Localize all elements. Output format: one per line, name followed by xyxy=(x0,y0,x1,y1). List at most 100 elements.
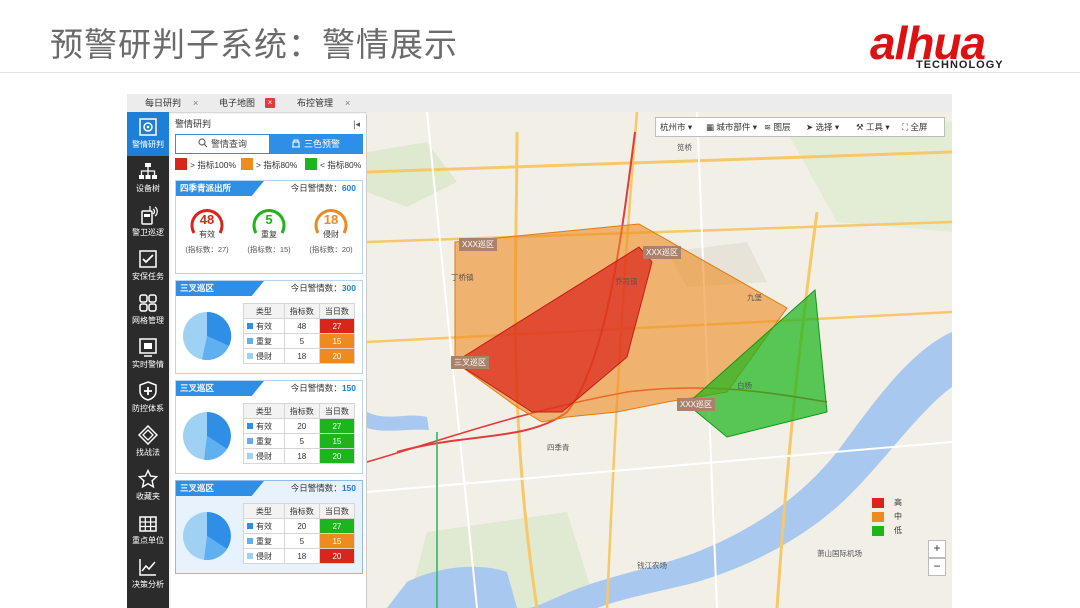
legend-label: < 指标80% xyxy=(320,160,362,170)
sidebar-item-patrol[interactable]: 警卫巡逻 xyxy=(127,200,169,244)
left-sidebar: 警情研判 设备树 警卫巡逻 安保任务 网格管理 实时警情 防控体系 找战法 收藏… xyxy=(127,112,169,608)
alert-table: 类型 指标数 当日数 有效 20 27 重复 5 15 侵财 18 20 xyxy=(243,503,356,564)
sidebar-item-decision-analysis[interactable]: 决策分析 xyxy=(127,552,169,596)
gauge-valid: 48 有效 (指标数：27) xyxy=(185,203,229,263)
target-cell: 18 xyxy=(283,348,320,364)
gauge-target: (指标数：15) xyxy=(247,245,291,254)
today-cell: 27 xyxy=(318,418,356,434)
tree-icon xyxy=(139,163,157,179)
tab-control-management[interactable]: 布控管理 × xyxy=(297,94,357,112)
target-cell: 20 xyxy=(283,418,320,434)
view-segmented-control: 警情查询 三色预警 xyxy=(175,134,363,154)
map-label: 丁桥镇 xyxy=(451,273,474,282)
checklist-icon xyxy=(139,250,157,268)
city-parts-button[interactable]: ▦ 城市部件 ▾ xyxy=(706,118,757,136)
sidebar-item-alert-analysis[interactable]: 警情研判 xyxy=(127,112,169,156)
series-marker xyxy=(247,353,253,360)
target-cell: 18 xyxy=(283,548,320,564)
star-icon xyxy=(138,469,158,489)
today-cell: 15 xyxy=(318,333,356,349)
tab-label: 警情查询 xyxy=(210,139,247,149)
sidebar-item-label: 警情研判 xyxy=(132,140,164,149)
sidebar-item-grid-management[interactable]: 网格管理 xyxy=(127,288,169,332)
alert-count-label: 今日警情数： xyxy=(290,183,342,193)
sidebar-item-realtime-alerts[interactable]: 实时警情 xyxy=(127,332,169,376)
fullscreen-button[interactable]: ⛶ 全屏 xyxy=(902,118,927,136)
zoom-out-button[interactable]: − xyxy=(928,558,946,576)
collapse-panel-icon[interactable]: |◂ xyxy=(353,116,360,132)
legend-swatch xyxy=(175,158,187,170)
alert-table: 类型 指标数 当日数 有效 48 27 重复 5 15 侵财 18 20 xyxy=(243,303,356,364)
gauge-duplicate: 5 重复 (指标数：15) xyxy=(247,203,291,263)
table-row: 重复 5 15 xyxy=(243,433,356,449)
wrench-icon: ⚒ xyxy=(856,122,864,132)
zoom-in-button[interactable]: + xyxy=(928,540,946,558)
table-header-row: 类型 指标数 当日数 xyxy=(243,303,356,319)
radio-icon xyxy=(141,206,158,225)
table-row: 侵财 18 20 xyxy=(243,348,356,364)
table-header: 当日数 xyxy=(318,303,356,319)
table-header: 类型 xyxy=(243,403,285,419)
patrol-area-badge[interactable]: 三叉巡区 xyxy=(451,356,489,369)
shield-plus-icon xyxy=(139,381,157,401)
sidebar-item-security-task[interactable]: 安保任务 xyxy=(127,244,169,288)
series-marker xyxy=(247,338,253,345)
sidebar-item-find-tactics[interactable]: 找战法 xyxy=(127,420,169,464)
patrol-area-card[interactable]: 三叉巡区 今日警情数：150 类型 指标数 当日数 有效 20 27 重复 5 15 侵财 1… xyxy=(175,380,363,474)
threshold-legend: > 指标100% > 指标80% < 指标80% xyxy=(175,158,365,172)
today-cell: 15 xyxy=(318,533,356,549)
monitor-icon xyxy=(139,338,157,357)
tab-three-color-warning[interactable]: 三色预警 xyxy=(269,135,362,153)
sidebar-item-label: 安保任务 xyxy=(132,272,164,281)
table-header-row: 类型 指标数 当日数 xyxy=(243,503,356,519)
electronic-map[interactable]: 丁桥镇 乔司镇 四季青 白杨 九堡 钱江农场 笕桥 萧山国际机场 XXX巡区 X… xyxy=(367,112,952,608)
type-label: 侵财 xyxy=(256,351,272,361)
patrol-area-card-selected[interactable]: 三叉巡区 今日警情数：150 类型 指标数 当日数 有效 20 27 重复 5 15 侵财 1… xyxy=(175,480,363,574)
legend-swatch xyxy=(241,158,253,170)
pie-chart xyxy=(183,512,231,560)
sidebar-item-defense-system[interactable]: 防控体系 xyxy=(127,376,169,420)
table-header: 类型 xyxy=(243,303,285,319)
series-marker xyxy=(247,423,253,430)
sidebar-item-device-tree[interactable]: 设备树 xyxy=(127,156,169,200)
layers-button[interactable]: ≋ 图层 xyxy=(764,118,791,136)
close-icon[interactable]: × xyxy=(193,94,198,112)
table-header: 指标数 xyxy=(283,303,320,319)
series-marker xyxy=(247,538,253,545)
tab-electronic-map[interactable]: 电子地图 × xyxy=(219,94,279,112)
legend-swatch xyxy=(872,498,884,508)
police-station-summary-card[interactable]: 四季青派出所 今日警情数：600 48 有效 (指标数：27) 5 重复 (指标… xyxy=(175,180,363,274)
close-icon[interactable]: × xyxy=(345,94,350,112)
patrol-area-card[interactable]: 三叉巡区 今日警情数：300 类型 指标数 当日数 有效 48 27 重复 5 15 侵财 1… xyxy=(175,280,363,374)
legend-label: 中 xyxy=(894,512,902,521)
gauge-target: (指标数：20) xyxy=(309,245,353,254)
tab-alert-query[interactable]: 警情查询 xyxy=(176,135,269,153)
type-cell: 有效 xyxy=(243,418,285,434)
city-parts-label: 城市部件 xyxy=(716,122,751,132)
table-row: 有效 20 27 xyxy=(243,418,356,434)
sidebar-item-key-units[interactable]: 重点单位 xyxy=(127,508,169,552)
target-cell: 5 xyxy=(283,533,320,549)
patrol-area-badge[interactable]: XXX巡区 xyxy=(677,398,716,411)
patrol-area-badge[interactable]: XXX巡区 xyxy=(643,246,682,259)
gauge-name: 重复 xyxy=(261,230,277,239)
tools-button[interactable]: ⚒ 工具 ▾ xyxy=(856,118,890,136)
series-marker xyxy=(247,323,253,330)
tab-label: 三色预警 xyxy=(303,139,340,149)
type-cell: 侵财 xyxy=(243,448,285,464)
table-header: 当日数 xyxy=(318,503,356,519)
sidebar-item-favorites[interactable]: 收藏夹 xyxy=(127,464,169,508)
sidebar-item-label: 实时警情 xyxy=(132,360,164,369)
city-selector[interactable]: 杭州市 ▾ xyxy=(660,118,692,136)
tools-label: 工具 xyxy=(866,122,884,132)
tab-daily-analysis[interactable]: 每日研判 × xyxy=(145,94,205,112)
table-header: 指标数 xyxy=(283,403,320,419)
patrol-area-badge[interactable]: XXX巡区 xyxy=(459,238,498,251)
table-row: 有效 48 27 xyxy=(243,318,356,334)
close-icon[interactable]: × xyxy=(265,98,275,108)
type-label: 重复 xyxy=(256,436,272,446)
target-cell: 48 xyxy=(283,318,320,334)
select-button[interactable]: ➤ 选择 ▾ xyxy=(806,118,839,136)
today-cell: 15 xyxy=(318,433,356,449)
tab-label: 每日研判 xyxy=(145,98,182,108)
